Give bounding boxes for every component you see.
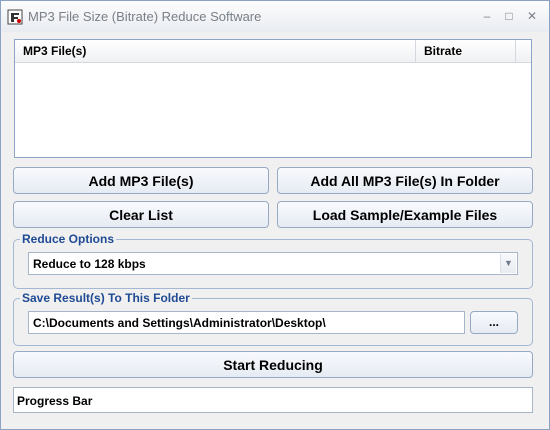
minimize-icon: – — [483, 9, 491, 23]
progress-bar-label: Progress Bar — [17, 394, 93, 408]
add-mp3-files-button[interactable]: Add MP3 File(s) — [13, 167, 269, 194]
clear-list-button[interactable]: Clear List — [13, 201, 269, 228]
close-button[interactable]: ✕ — [522, 7, 542, 25]
title-bar[interactable]: MP3 File Size (Bitrate) Reduce Software … — [1, 1, 549, 32]
reduce-options-label: Reduce Options — [20, 232, 117, 246]
save-folder-label: Save Result(s) To This Folder — [20, 291, 192, 305]
maximize-button[interactable]: □ — [499, 7, 519, 25]
load-sample-files-button[interactable]: Load Sample/Example Files — [277, 201, 533, 228]
column-header-mp3-files[interactable]: MP3 File(s) — [15, 40, 416, 62]
app-window: MP3 File Size (Bitrate) Reduce Software … — [0, 0, 550, 430]
start-reducing-button[interactable]: Start Reducing — [13, 351, 533, 378]
column-header-bitrate[interactable]: Bitrate — [416, 40, 516, 62]
close-icon: ✕ — [526, 9, 538, 23]
add-all-mp3-files-in-folder-button[interactable]: Add All MP3 File(s) In Folder — [277, 167, 533, 194]
window-title: MP3 File Size (Bitrate) Reduce Software — [28, 9, 262, 24]
minimize-button[interactable]: – — [477, 7, 497, 25]
save-folder-group: Save Result(s) To This Folder C:\Documen… — [13, 291, 533, 346]
browse-folder-button[interactable]: ... — [470, 311, 518, 334]
mp3-file-list[interactable]: MP3 File(s) Bitrate — [14, 39, 532, 158]
reduce-options-group: Reduce Options Reduce to 128 kbps ▼ — [13, 232, 533, 289]
client-area: MP3 File(s) Bitrate Add MP3 File(s) Add … — [4, 32, 546, 425]
bitrate-select[interactable]: Reduce to 128 kbps ▼ — [28, 252, 518, 275]
output-folder-field[interactable]: C:\Documents and Settings\Administrator\… — [28, 311, 465, 334]
bitrate-select-value: Reduce to 128 kbps — [33, 257, 146, 271]
app-icon — [7, 9, 23, 25]
progress-bar: Progress Bar — [13, 387, 533, 413]
maximize-icon: □ — [505, 9, 513, 23]
output-folder-path: C:\Documents and Settings\Administrator\… — [33, 316, 326, 330]
chevron-down-icon[interactable]: ▼ — [500, 254, 516, 273]
file-list-header: MP3 File(s) Bitrate — [15, 40, 531, 63]
